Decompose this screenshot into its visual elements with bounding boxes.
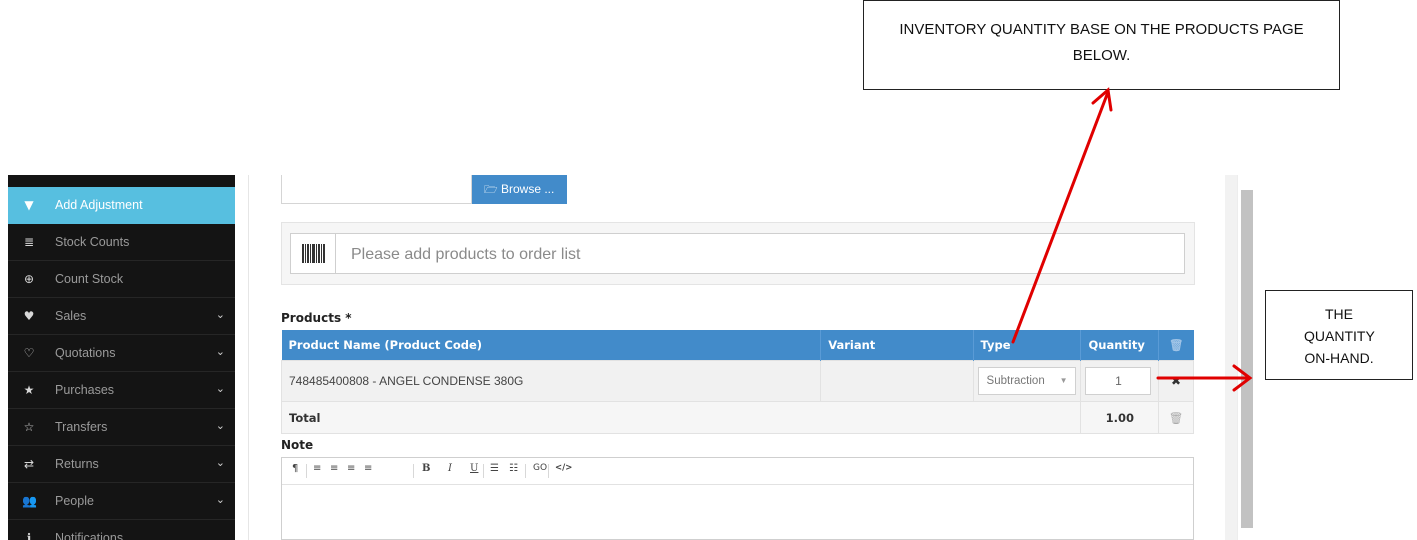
toolbar-divider — [525, 464, 526, 478]
scrollbar-thumb[interactable] — [1241, 190, 1253, 528]
table-header-row: Product Name (Product Code) Variant Type… — [281, 330, 1194, 361]
underline-icon[interactable]: U — [470, 463, 478, 474]
code-icon[interactable]: </> — [555, 463, 572, 473]
product-name-cell: 748485400808 - ANGEL CONDENSE 380G — [280, 360, 822, 402]
chevron-down-icon: ⌄ — [215, 382, 225, 395]
sidebar-item-people[interactable]: 👥 People ⌄ — [8, 483, 235, 520]
align-center-icon[interactable]: ≡ — [330, 463, 338, 474]
toolbar-divider — [548, 464, 549, 478]
chevron-down-icon: ▼ — [1059, 376, 1068, 385]
callout-quantity-note: THE QUANTITY ON-HAND. — [1265, 290, 1413, 380]
align-justify-icon[interactable]: ≡ — [364, 463, 372, 474]
panel-border — [1225, 175, 1237, 540]
sidebar-item-label: Sales — [55, 309, 87, 323]
sidebar-item-label: Transfers — [55, 420, 108, 434]
sidebar-item-add-adjustment[interactable]: ▼ Add Adjustment — [8, 187, 235, 224]
editor-toolbar: ¶ ≡ ≡ ≡ ≡ B I U ☰ ☷ GO </> — [282, 458, 1193, 485]
info-icon: ℹ — [26, 531, 32, 540]
sidebar-item-stock-counts[interactable]: ≣ Stock Counts — [8, 224, 235, 261]
italic-icon[interactable]: I — [448, 463, 452, 474]
sidebar-item-label: Quotations — [55, 346, 116, 360]
heart-icon: ♥ — [23, 309, 35, 323]
barcode-icon — [291, 234, 336, 273]
products-table: Product Name (Product Code) Variant Type… — [280, 330, 1194, 434]
chevron-down-icon: ⌄ — [215, 419, 225, 432]
quantity-cell: 1 — [1080, 360, 1160, 402]
star-outline-icon: ☆ — [23, 420, 35, 434]
remove-row-icon[interactable]: ✖ — [1158, 360, 1194, 402]
plus-circle-icon: ⊕ — [23, 272, 35, 286]
trash-icon[interactable]: 🗑 — [1158, 401, 1194, 434]
total-value: 1.00 — [1080, 401, 1160, 434]
column-product-name: Product Name (Product Code) — [281, 330, 822, 361]
chevron-down-icon: ⌄ — [215, 493, 225, 506]
total-row: Total 1.00 🗑 — [280, 401, 1194, 434]
column-variant: Variant — [820, 330, 974, 361]
trash-header-icon: 🗑 — [1158, 330, 1194, 361]
arrow-head-top — [1091, 87, 1113, 112]
sidebar-item-label: Stock Counts — [55, 235, 130, 249]
chevron-down-icon: ⌄ — [215, 345, 225, 358]
star-icon: ★ — [23, 383, 35, 397]
sidebar-item-label: Count Stock — [55, 272, 124, 286]
toolbar-divider — [483, 464, 484, 478]
sidebar-item-label: People — [55, 494, 94, 508]
bold-icon[interactable]: B — [422, 463, 430, 474]
users-icon: 👥 — [22, 494, 37, 508]
variant-cell — [820, 360, 974, 402]
heart-outline-icon: ♡ — [23, 346, 35, 360]
align-right-icon[interactable]: ≡ — [347, 463, 355, 474]
unordered-list-icon[interactable]: ☰ — [490, 463, 499, 474]
callout-inventory-note: INVENTORY QUANTITY BASE ON THE PRODUCTS … — [863, 0, 1340, 90]
column-type: Type — [973, 330, 1082, 361]
sidebar-item-count-stock[interactable]: ⊕ Count Stock — [8, 261, 235, 298]
quantity-input[interactable]: 1 — [1085, 367, 1152, 395]
type-cell: Subtraction ▼ — [972, 360, 1082, 402]
folder-open-icon: 🗁 — [484, 183, 498, 196]
link-icon[interactable]: GO — [533, 463, 547, 473]
total-label: Total — [280, 401, 1082, 434]
sidebar: ▼ Add Adjustment ≣ Stock Counts ⊕ Count Stock… — [8, 175, 235, 540]
align-left-icon[interactable]: ≡ — [313, 463, 321, 474]
filter-icon: ▼ — [24, 198, 34, 212]
add-product-placeholder: Please add products to order list — [351, 246, 581, 263]
sidebar-item-sales[interactable]: ♥ Sales ⌄ — [8, 298, 235, 335]
note-label: Note — [281, 438, 314, 452]
sidebar-item-label: Add Adjustment — [55, 198, 143, 212]
sidebar-item-label: Returns — [55, 457, 99, 471]
paragraph-icon[interactable]: ¶ — [292, 463, 298, 474]
random-icon: ⇄ — [23, 457, 35, 471]
toolbar-divider — [306, 464, 307, 478]
sidebar-item-quotations[interactable]: ♡ Quotations ⌄ — [8, 335, 235, 372]
column-quantity: Quantity — [1080, 330, 1160, 361]
sidebar-item-returns[interactable]: ⇄ Returns ⌄ — [8, 446, 235, 483]
sidebar-item-label: Purchases — [55, 383, 115, 397]
table-row: 748485400808 - ANGEL CONDENSE 380G Subtr… — [280, 360, 1194, 402]
sidebar-item-notifications[interactable]: ℹ Notifications — [8, 520, 235, 540]
toolbar-divider — [413, 464, 414, 478]
chevron-down-icon: ⌄ — [215, 308, 225, 321]
file-path-input[interactable] — [281, 175, 472, 204]
products-label: Products * — [281, 311, 352, 325]
chevron-down-icon: ⌄ — [215, 456, 225, 469]
list-icon: ≣ — [23, 235, 35, 249]
sidebar-item-purchases[interactable]: ★ Purchases ⌄ — [8, 372, 235, 409]
sidebar-item-transfers[interactable]: ☆ Transfers ⌄ — [8, 409, 235, 446]
type-select[interactable]: Subtraction ▼ — [977, 367, 1076, 395]
browse-button-label: Browse ... — [500, 182, 555, 196]
type-select-value: Subtraction — [986, 375, 1045, 387]
callout-quantity-text: THE QUANTITY ON-HAND. — [1304, 306, 1375, 366]
ordered-list-icon[interactable]: ☷ — [509, 463, 518, 474]
sidebar-item-label: Notifications — [55, 531, 124, 540]
browse-button[interactable]: 🗁 Browse ... — [472, 175, 567, 204]
